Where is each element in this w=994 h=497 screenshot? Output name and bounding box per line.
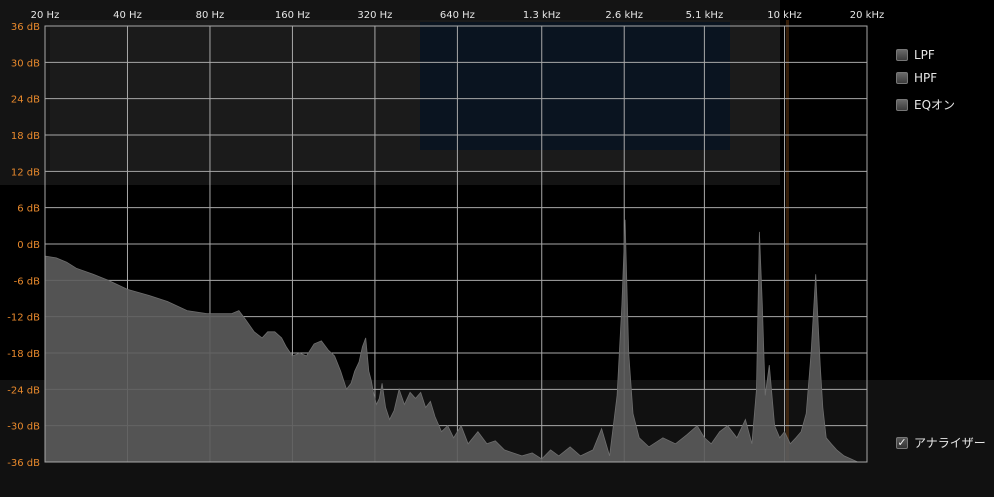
x-tick-label: 2.6 kHz: [605, 10, 643, 21]
y-tick-label: 6 dB: [17, 204, 40, 215]
y-tick-label: 36 dB: [11, 22, 40, 33]
x-tick-label: 1.3 kHz: [523, 10, 561, 21]
x-tick-label: 20 kHz: [850, 10, 884, 21]
y-tick-label: -18 dB: [7, 349, 40, 360]
analyzer-checkbox-label: アナライザー: [914, 436, 986, 450]
x-tick-label: 40 Hz: [113, 10, 142, 21]
lpf-checkbox-label: LPF: [914, 48, 935, 62]
x-tick-label: 80 Hz: [196, 10, 225, 21]
y-tick-label: -6 dB: [14, 276, 40, 287]
ghost-right-divider: [786, 20, 789, 460]
y-tick-label: 12 dB: [11, 167, 40, 178]
y-tick-label: 18 dB: [11, 131, 40, 142]
x-tick-label: 160 Hz: [275, 10, 310, 21]
hpf-checkbox-label: HPF: [914, 71, 938, 85]
eq-on-checkbox-label: EQオン: [914, 98, 956, 112]
lpf-checkbox-box[interactable]: [896, 49, 908, 61]
hpf-checkbox-box[interactable]: [896, 72, 908, 84]
y-tick-label: -24 dB: [7, 385, 40, 396]
x-tick-label: 640 Hz: [440, 10, 475, 21]
y-tick-label: 0 dB: [17, 240, 40, 251]
analyzer-checkbox[interactable]: ✓ アナライザー: [896, 434, 986, 451]
spectrum-analyzer: 20 Hz 40 Hz 80 Hz 160 Hz 320 Hz 640 Hz 1.3 kHz…: [0, 0, 994, 497]
hpf-checkbox[interactable]: HPF: [896, 71, 937, 85]
y-tick-label: 24 dB: [11, 95, 40, 106]
x-tick-label: 10 kHz: [767, 10, 801, 21]
x-tick-label: 320 Hz: [357, 10, 392, 21]
x-tick-label: 5.1 kHz: [686, 10, 724, 21]
eq-on-checkbox-box[interactable]: [896, 98, 908, 111]
ghost-spectrum-panel: [420, 22, 730, 150]
y-tick-label: 30 dB: [11, 58, 40, 69]
y-tick-label: -30 dB: [7, 422, 40, 433]
checkmark-icon: ✓: [897, 436, 907, 449]
eq-on-checkbox[interactable]: EQオン: [896, 96, 955, 113]
x-tick-label: 20 Hz: [31, 10, 60, 21]
lpf-checkbox[interactable]: LPF: [896, 48, 935, 62]
y-tick-label: -12 dB: [7, 313, 40, 324]
analyzer-checkbox-box[interactable]: ✓: [896, 436, 908, 449]
y-tick-label: -36 dB: [7, 458, 40, 469]
